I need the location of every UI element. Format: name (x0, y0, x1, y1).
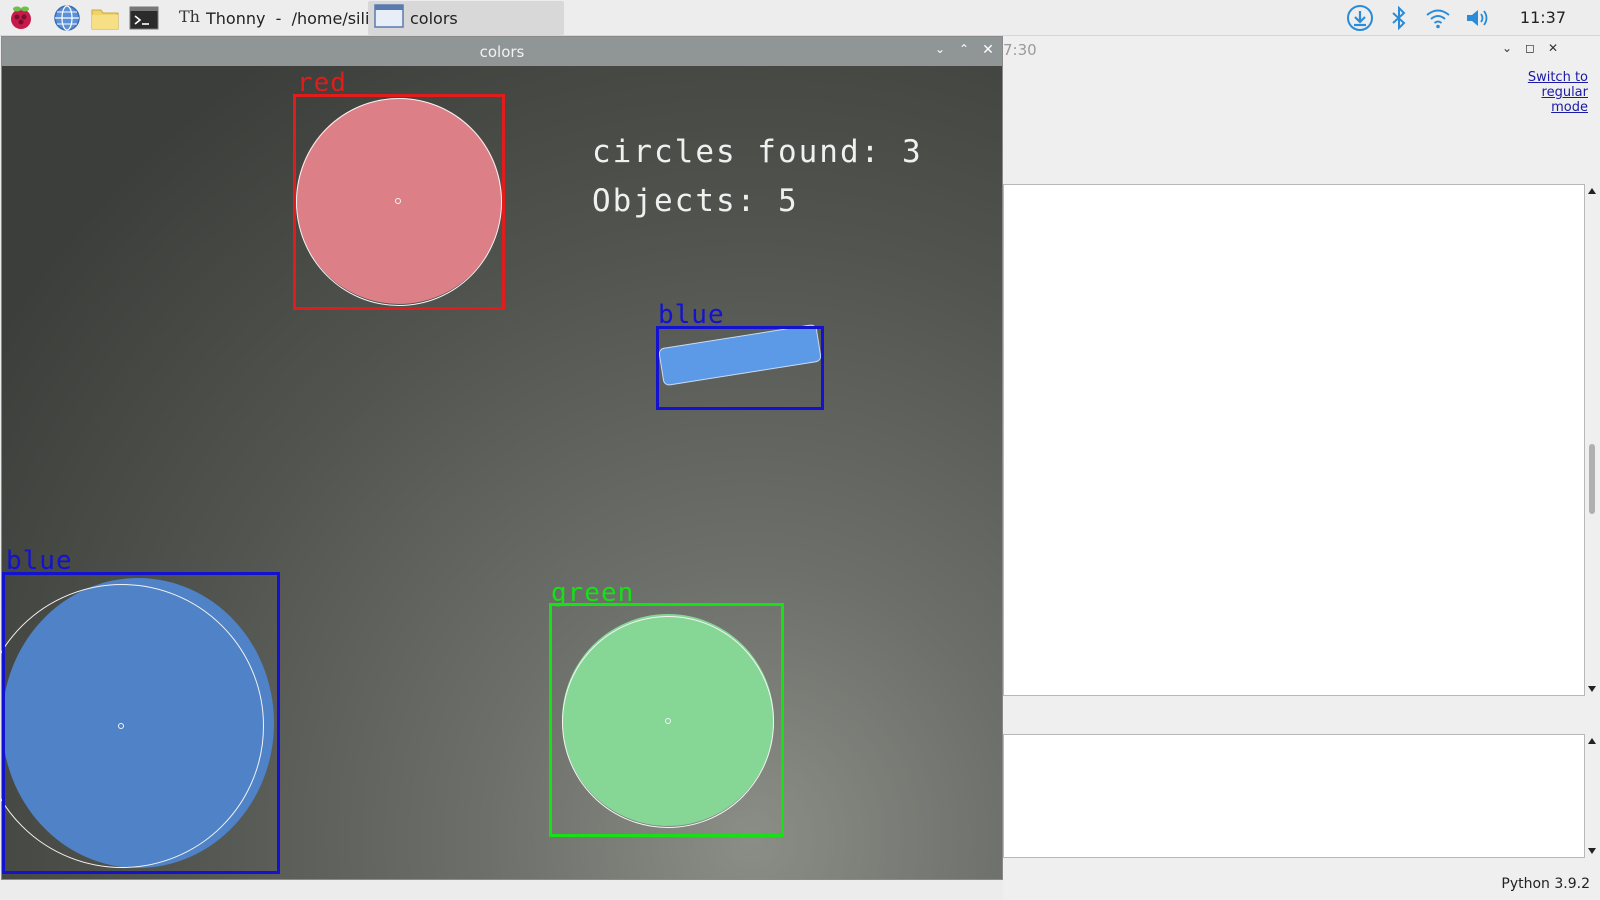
shell-scroll-down-icon[interactable] (1588, 848, 1596, 854)
objects-count-text: Objects: 5 (592, 183, 799, 219)
download-icon[interactable] (1344, 0, 1376, 36)
colors-minimize-icon[interactable]: ⌄ (932, 42, 948, 56)
file-manager-icon[interactable] (90, 4, 120, 32)
thonny-window: 7:30 ⌄ ◻ ✕ Switch to regular mode Python… (1003, 36, 1600, 900)
svg-text:Th: Th (179, 7, 200, 26)
camera-feed: red blue blue green circles found: 3 Obj… (0, 66, 1002, 879)
colors-titlebar[interactable]: colors ⌄ ⌃ ✕ (2, 37, 1002, 66)
clock[interactable]: 11:37 (1520, 8, 1566, 27)
wifi-icon[interactable] (1422, 0, 1454, 36)
red-bounding-box (293, 94, 505, 310)
thonny-app-icon: Th (178, 6, 200, 30)
task-colors-label: colors (410, 8, 458, 28)
blue-circle-bounding-box (2, 572, 280, 874)
blue-rectangle-bounding-box (656, 326, 824, 410)
blue-circle-label: blue (6, 546, 73, 576)
switch-to-regular-mode-link[interactable]: Switch to regular mode (1508, 70, 1588, 115)
shell-scroll-up-icon[interactable] (1588, 738, 1596, 744)
taskbar: Th Thonny - /home/sili... colors 11:37 (0, 0, 1600, 36)
shell-scrollbar[interactable] (1585, 734, 1600, 858)
code-editor[interactable] (1003, 184, 1585, 696)
colors-window-title: colors (479, 43, 525, 61)
scroll-up-icon[interactable] (1588, 188, 1596, 194)
volume-icon[interactable] (1462, 0, 1496, 36)
raspberry-menu-icon[interactable] (6, 4, 36, 32)
green-bounding-box (549, 603, 784, 837)
maximize-icon[interactable]: ◻ (1522, 41, 1538, 55)
colors-window: colors ⌄ ⌃ ✕ red blue blue green circles… (0, 36, 1003, 880)
thonny-titlebar[interactable]: 7:30 ⌄ ◻ ✕ (1003, 36, 1600, 66)
minimize-icon[interactable]: ⌄ (1499, 41, 1515, 55)
colors-close-icon[interactable]: ✕ (980, 42, 996, 58)
circles-found-text: circles found: 3 (592, 134, 923, 170)
editor-scrollbar[interactable] (1585, 184, 1600, 696)
task-colors[interactable]: colors (368, 1, 564, 35)
colors-maximize-icon[interactable]: ⌃ (956, 42, 972, 56)
bluetooth-icon[interactable] (1386, 0, 1412, 36)
shell-panel[interactable] (1003, 734, 1585, 858)
scrollbar-thumb[interactable] (1589, 444, 1595, 514)
thonny-title: 7:30 (1003, 41, 1037, 59)
blue-rectangle-label: blue (658, 300, 725, 330)
window-app-icon (374, 3, 404, 33)
red-label: red (297, 68, 347, 98)
green-label: green (551, 578, 635, 608)
task-thonny-label: Thonny - /home/sili... (206, 8, 385, 28)
close-icon[interactable]: ✕ (1545, 41, 1561, 55)
browser-icon[interactable] (52, 4, 82, 32)
scroll-down-icon[interactable] (1588, 686, 1596, 692)
python-version-status[interactable]: Python 3.9.2 (1501, 876, 1590, 892)
task-thonny[interactable]: Th Thonny - /home/sili... (172, 1, 385, 35)
terminal-icon[interactable] (129, 4, 159, 32)
